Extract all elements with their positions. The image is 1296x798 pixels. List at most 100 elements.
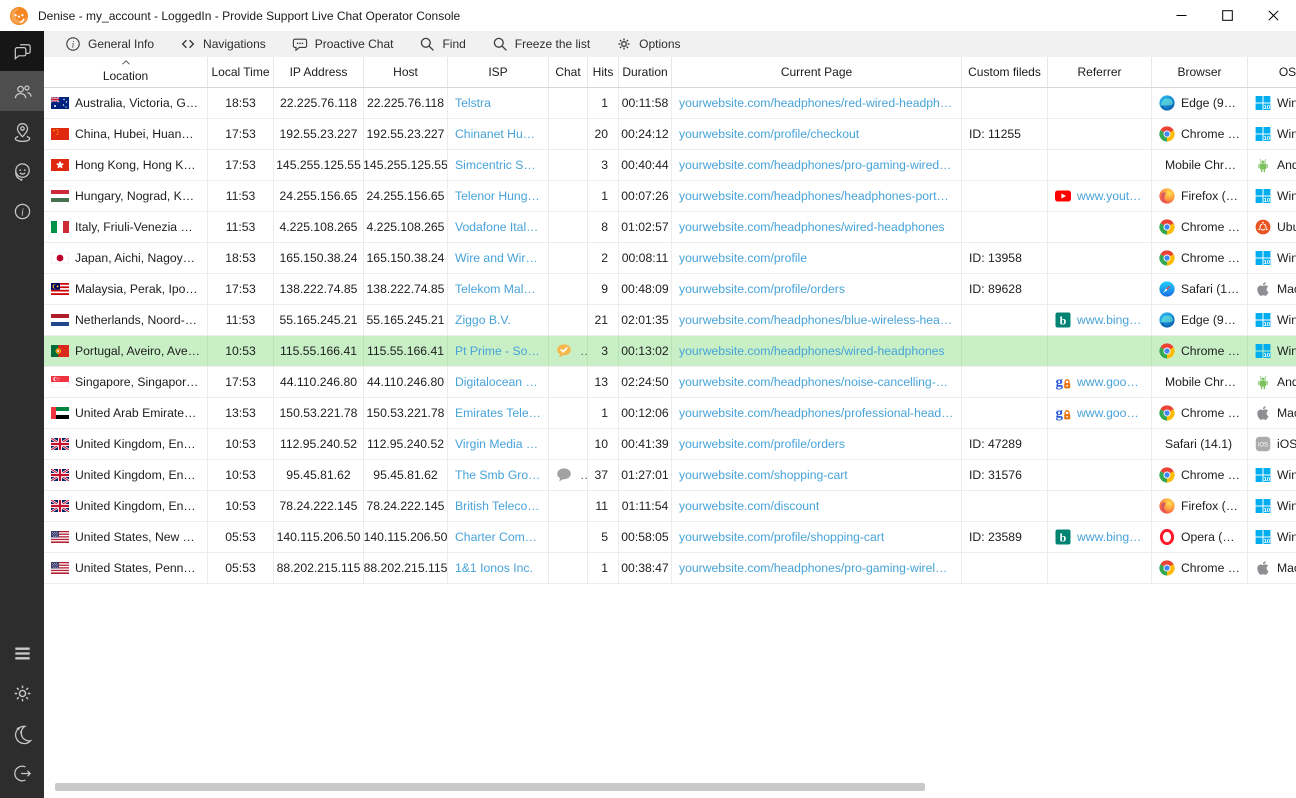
isp-link[interactable]: Simcentric Solu…: [455, 158, 541, 172]
visitor-row[interactable]: Hong Kong, Hong Ko…17:53145.255.125.5514…: [44, 150, 1296, 181]
visitor-row[interactable]: Malaysia, Perak, Ipoh, …17:53138.222.74.…: [44, 274, 1296, 305]
column-header-duration[interactable]: Duration: [619, 57, 672, 87]
current-page-link[interactable]: yourwebsite.com/headphones/red-wired-hea…: [679, 96, 954, 110]
referrer-cell: [1048, 336, 1152, 366]
visitor-row[interactable]: Japan, Aichi, Nagoya, …18:53165.150.38.2…: [44, 243, 1296, 274]
maximize-button[interactable]: [1204, 1, 1250, 31]
isp-link[interactable]: Charter Commu…: [455, 530, 541, 544]
referrer-link[interactable]: www.youtub…: [1077, 189, 1144, 203]
isp-cell: Chinanet Hube…: [448, 119, 549, 149]
sidebar-item-logout[interactable]: [0, 753, 44, 793]
horizontal-scrollbar-thumb[interactable]: [55, 783, 925, 791]
sidebar-item-theme[interactable]: [0, 713, 44, 753]
current-page-link[interactable]: yourwebsite.com/profile/orders: [679, 282, 845, 296]
sidebar-item-chats[interactable]: [0, 31, 44, 71]
visitor-row[interactable]: Singapore, Singapore…17:5344.110.246.804…: [44, 367, 1296, 398]
current-page-link[interactable]: yourwebsite.com/profile/shopping-cart: [679, 530, 884, 544]
referrer-link[interactable]: www.bing.co…: [1077, 313, 1144, 327]
isp-link[interactable]: Emirates Teleco…: [455, 406, 541, 420]
current-page-link[interactable]: yourwebsite.com/profile/checkout: [679, 127, 859, 141]
sidebar-item-menu[interactable]: [0, 633, 44, 673]
isp-link[interactable]: Pt Prime - Solu…: [455, 344, 541, 358]
toolbar-item-proactive-chat[interactable]: Proactive Chat: [279, 31, 407, 57]
visitor-row[interactable]: United States, New Yo…05:53140.115.206.5…: [44, 522, 1296, 553]
referrer-link[interactable]: www.google…: [1077, 406, 1144, 420]
isp-link[interactable]: Ziggo B.V.: [455, 313, 511, 327]
isp-link[interactable]: Virgin Media Li…: [455, 437, 541, 451]
visitor-row[interactable]: Australia, Victoria, Ge…18:5322.225.76.1…: [44, 88, 1296, 119]
visitor-row[interactable]: United Kingdom, Engl…10:5395.45.81.6295.…: [44, 460, 1296, 491]
isp-link[interactable]: Wire and Wirel…: [455, 251, 541, 265]
current-page-link[interactable]: yourwebsite.com/headphones/noise-cancell…: [679, 375, 954, 389]
duration-cell: 00:12:06: [619, 398, 672, 428]
column-header-local_time[interactable]: Local Time: [208, 57, 274, 87]
column-header-os[interactable]: OS: [1248, 57, 1296, 87]
duration-cell: 00:41:39: [619, 429, 672, 459]
visitor-row[interactable]: Italy, Friuli-Venezia Gi…11:534.225.108.…: [44, 212, 1296, 243]
svg-text:10: 10: [1264, 353, 1270, 359]
current-page-link[interactable]: yourwebsite.com/discount: [679, 499, 819, 513]
toolbar-item-freeze-list[interactable]: Freeze the list: [479, 31, 603, 57]
current-page-link[interactable]: yourwebsite.com/headphones/wired-headpho…: [679, 344, 945, 358]
current-page-link[interactable]: yourwebsite.com/headphones/blue-wireless…: [679, 313, 954, 327]
visitor-row[interactable]: Netherlands, Noord-…11:5355.165.245.2155…: [44, 305, 1296, 336]
column-header-browser[interactable]: Browser: [1152, 57, 1248, 87]
toolbar-item-find[interactable]: Find: [406, 31, 478, 57]
visitor-row[interactable]: Hungary, Nograd, Kar…11:5324.255.156.652…: [44, 181, 1296, 212]
sidebar-item-visitors[interactable]: [0, 71, 44, 111]
sidebar-item-operator[interactable]: [0, 151, 44, 191]
isp-link[interactable]: Telstra: [455, 96, 491, 110]
current-page-link[interactable]: yourwebsite.com/shopping-cart: [679, 468, 848, 482]
sidebar-item-settings[interactable]: [0, 673, 44, 713]
local-time-cell: 17:53: [208, 367, 274, 397]
isp-link[interactable]: 1&1 Ionos Inc.: [455, 561, 533, 575]
toolbar-item-general-info[interactable]: i General Info: [52, 31, 167, 57]
current-page-link[interactable]: yourwebsite.com/headphones/headphones-po…: [679, 189, 954, 203]
visitor-row[interactable]: United Kingdom, Engl…10:53112.95.240.521…: [44, 429, 1296, 460]
column-header-host[interactable]: Host: [364, 57, 448, 87]
isp-link[interactable]: The Smb Group: [455, 468, 541, 482]
os-cell: 10 Win…: [1248, 88, 1296, 118]
isp-link[interactable]: Chinanet Hube…: [455, 127, 541, 141]
chat-more-label: …: [580, 344, 588, 358]
toolbar-item-navigations[interactable]: Navigations: [167, 31, 279, 57]
isp-link[interactable]: Telekom Malay…: [455, 282, 541, 296]
sidebar-item-information[interactable]: i: [0, 191, 44, 231]
isp-link[interactable]: Vodafone Italia …: [455, 220, 541, 234]
visitor-row[interactable]: China, Hubei, Huangg…17:53192.55.23.2271…: [44, 119, 1296, 150]
current-page-link[interactable]: yourwebsite.com/headphones/pro-gaming-wi…: [679, 158, 954, 172]
current-page-link[interactable]: yourwebsite.com/profile: [679, 251, 807, 265]
column-header-location[interactable]: Location: [44, 57, 208, 87]
current-page-link[interactable]: yourwebsite.com/headphones/pro-gaming-wi…: [679, 561, 954, 575]
window-title: Denise - my_account - LoggedIn - Provide…: [38, 9, 460, 23]
browser-label: Chrome (91…: [1181, 561, 1240, 575]
column-header-isp[interactable]: ISP: [448, 57, 549, 87]
os-cell: 10 Win…: [1248, 243, 1296, 273]
visitor-row[interactable]: United Kingdom, Engl…10:5378.24.222.1457…: [44, 491, 1296, 522]
column-header-referrer[interactable]: Referrer: [1048, 57, 1152, 87]
current-page-link[interactable]: yourwebsite.com/headphones/professional-…: [679, 406, 954, 420]
close-button[interactable]: [1250, 1, 1296, 31]
visitor-row[interactable]: United States, Pennsy…05:5388.202.215.11…: [44, 553, 1296, 584]
column-header-current_page[interactable]: Current Page: [672, 57, 962, 87]
column-header-chat[interactable]: Chat: [549, 57, 588, 87]
minimize-button[interactable]: [1158, 1, 1204, 31]
column-header-ip[interactable]: IP Address: [274, 57, 364, 87]
referrer-link[interactable]: www.bing.co…: [1077, 530, 1144, 544]
isp-cell: 1&1 Ionos Inc.: [448, 553, 549, 583]
referrer-link[interactable]: www.google…: [1077, 375, 1144, 389]
isp-link[interactable]: British Telecom…: [455, 499, 541, 513]
current-page-link[interactable]: yourwebsite.com/profile/orders: [679, 437, 845, 451]
toolbar-item-options[interactable]: Options: [603, 31, 693, 57]
isp-link[interactable]: Digitalocean Llc: [455, 375, 541, 389]
visitor-row[interactable]: Portugal, Aveiro, Ave…10:53115.55.166.41…: [44, 336, 1296, 367]
duration-cell: 02:24:50: [619, 367, 672, 397]
isp-link[interactable]: Telenor Hungar…: [455, 189, 541, 203]
sidebar-item-geolocation[interactable]: [0, 111, 44, 151]
visitor-row[interactable]: United Arab Emirates…13:53150.53.221.781…: [44, 398, 1296, 429]
column-header-hits[interactable]: Hits: [588, 57, 619, 87]
hits-cell: 3: [588, 150, 619, 180]
current-page-link[interactable]: yourwebsite.com/headphones/wired-headpho…: [679, 220, 945, 234]
custom-fields-cell: [962, 491, 1048, 521]
column-header-custom[interactable]: Custom fileds: [962, 57, 1048, 87]
